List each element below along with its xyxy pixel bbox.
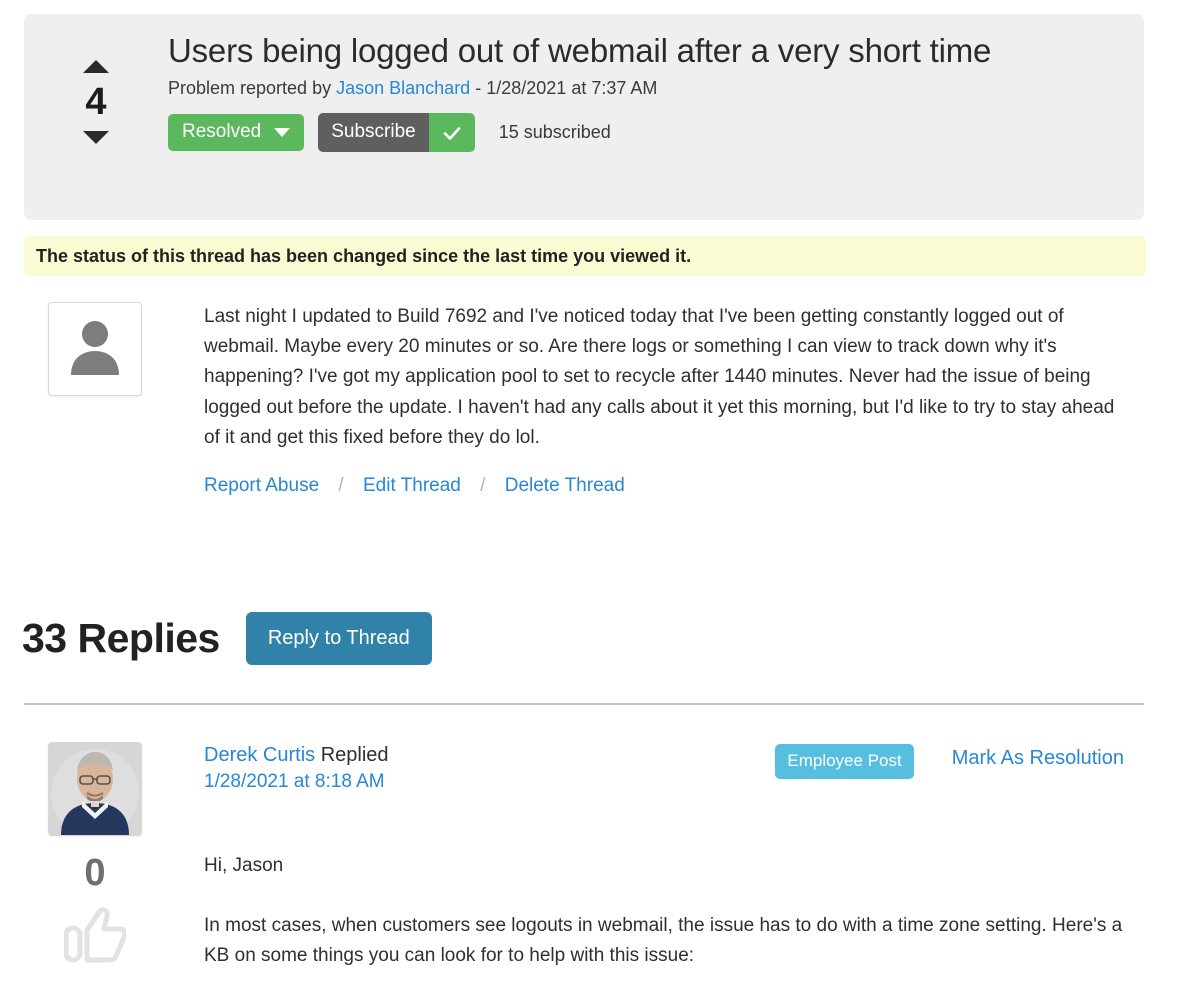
link-separator: / — [480, 475, 486, 497]
thumbs-up-button[interactable] — [48, 906, 142, 969]
thread-meta-prefix: Problem reported by — [168, 78, 332, 99]
thread-header-panel: 4 Users being logged out of webmail afte… — [24, 14, 1144, 220]
reply-timestamp: 1/28/2021 at 8:18 AM — [204, 771, 385, 792]
triangle-down-icon[interactable] — [83, 131, 109, 144]
thread-vote-score: 4 — [85, 81, 107, 123]
mark-as-resolution-link[interactable]: Mark As Resolution — [952, 747, 1124, 770]
link-separator: / — [338, 475, 344, 497]
status-badge: Employee Post — [775, 744, 914, 779]
thread-main-column: Users being logged out of webmail after … — [168, 14, 1144, 153]
default-user-avatar-icon — [62, 315, 128, 384]
original-post-links: Report Abuse / Edit Thread / Delete Thre… — [204, 475, 1124, 497]
subscribe-button[interactable]: Subscribe — [318, 113, 475, 153]
replies-header: 33 Replies Reply to Thread — [22, 612, 432, 665]
edit-thread-link[interactable]: Edit Thread — [363, 475, 461, 496]
thread-actions: Resolved Subscribe 15 subscribed — [168, 113, 1120, 153]
thread-meta: Problem reported by Jason Blanchard - 1/… — [168, 78, 1120, 99]
reply-author-link[interactable]: Derek Curtis — [204, 744, 315, 766]
original-post-body: Last night I updated to Build 7692 and I… — [204, 302, 1144, 497]
delete-thread-link[interactable]: Delete Thread — [505, 475, 625, 496]
reply-author-block: Derek Curtis Replied 1/28/2021 at 8:18 A… — [204, 742, 775, 795]
triangle-up-icon[interactable] — [83, 60, 109, 73]
thread-author-link[interactable]: Jason Blanchard — [336, 78, 470, 98]
thread-timestamp: 1/28/2021 at 7:37 AM — [486, 78, 658, 99]
reply-action-word: Replied — [320, 744, 389, 766]
page-title: Users being logged out of webmail after … — [168, 32, 992, 69]
reply-avatar-column: 0 — [24, 742, 204, 971]
reply-item: 0 Derek Curtis Replied 1/28/2021 at 8:18… — [24, 742, 1144, 971]
status-change-banner-text: The status of this thread has been chang… — [36, 245, 692, 266]
thumbs-up-icon — [63, 906, 128, 969]
forum-thread-page: 4 Users being logged out of webmail afte… — [0, 0, 1200, 1000]
reply-header: Derek Curtis Replied 1/28/2021 at 8:18 A… — [204, 742, 1124, 795]
subscribed-count: 15 subscribed — [498, 122, 611, 143]
original-post-avatar-column — [24, 302, 204, 497]
status-change-banner: The status of this thread has been chang… — [24, 236, 1146, 276]
original-post-text: Last night I updated to Build 7692 and I… — [204, 306, 1115, 448]
status-dropdown-button[interactable]: Resolved — [168, 114, 305, 152]
reply-vote-count: 0 — [84, 852, 106, 894]
report-abuse-link[interactable]: Report Abuse — [204, 475, 319, 496]
reply-text: In most cases, when customers see logout… — [204, 914, 1123, 966]
caret-down-icon — [274, 127, 291, 137]
user-photo-avatar — [49, 743, 141, 835]
reply-body: Derek Curtis Replied 1/28/2021 at 8:18 A… — [204, 742, 1144, 971]
reply-author-line: Derek Curtis Replied — [204, 742, 775, 769]
original-post: Last night I updated to Build 7692 and I… — [24, 302, 1144, 497]
reply-to-thread-button[interactable]: Reply to Thread — [245, 612, 432, 665]
avatar — [48, 302, 142, 396]
replies-divider — [24, 703, 1144, 705]
thread-vote-box: 4 — [24, 14, 168, 144]
reply-greeting: Hi, Jason — [204, 854, 284, 876]
thread-meta-separator: - — [475, 78, 482, 99]
replies-count: 33 Replies — [22, 615, 220, 661]
status-dropdown-label: Resolved — [182, 121, 262, 143]
subscribe-label: Subscribe — [318, 113, 429, 153]
avatar — [48, 742, 142, 836]
check-icon — [428, 113, 475, 153]
